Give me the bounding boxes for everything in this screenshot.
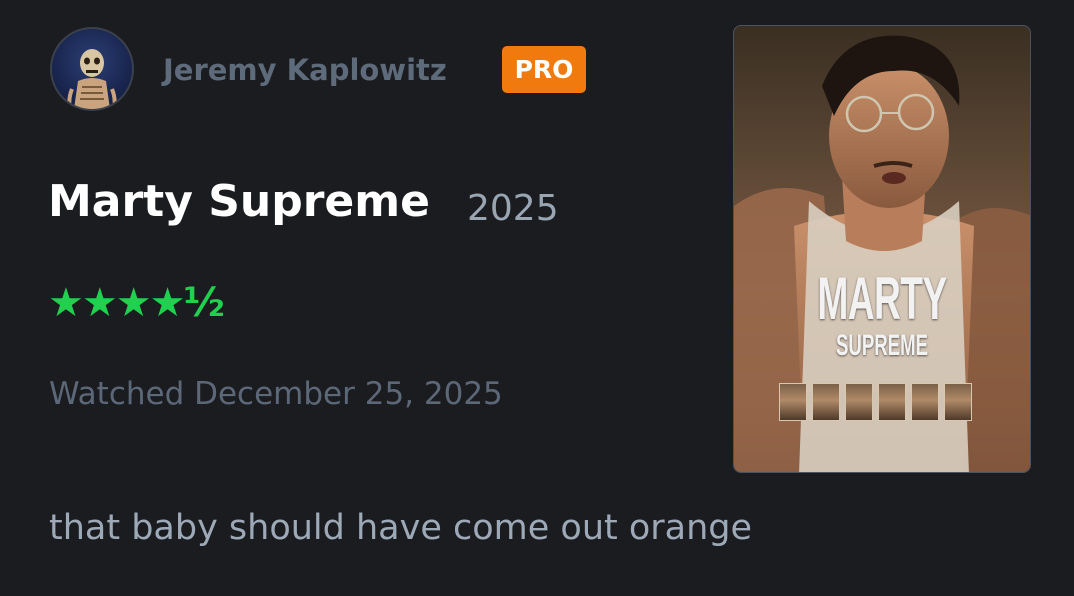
review-text: that baby should have come out orange: [49, 508, 753, 548]
film-year-link[interactable]: 2025: [467, 188, 559, 229]
cast-thumbnail: [845, 383, 873, 421]
skeleton-avatar-icon: [67, 49, 117, 109]
cast-thumbnail: [911, 383, 939, 421]
cast-thumbnail: [779, 383, 807, 421]
cast-thumbnail: [878, 383, 906, 421]
film-poster[interactable]: MARTY SUPREME: [733, 25, 1031, 473]
film-title-link[interactable]: Marty Supreme: [48, 176, 430, 227]
cast-thumbnail: [944, 383, 972, 421]
cast-thumbnail: [812, 383, 840, 421]
username-link[interactable]: Jeremy Kaplowitz: [163, 53, 447, 87]
user-avatar[interactable]: [50, 27, 134, 111]
watched-date: Watched December 25, 2025: [49, 376, 503, 412]
poster-title: MARTY SUPREME: [734, 269, 1030, 361]
poster-title-line1: MARTY: [817, 265, 947, 332]
pro-badge: PRO: [502, 46, 586, 93]
poster-title-line2: SUPREME: [836, 329, 928, 362]
star-rating: ★★★★½: [48, 280, 225, 326]
poster-cast-row: [779, 383, 972, 421]
